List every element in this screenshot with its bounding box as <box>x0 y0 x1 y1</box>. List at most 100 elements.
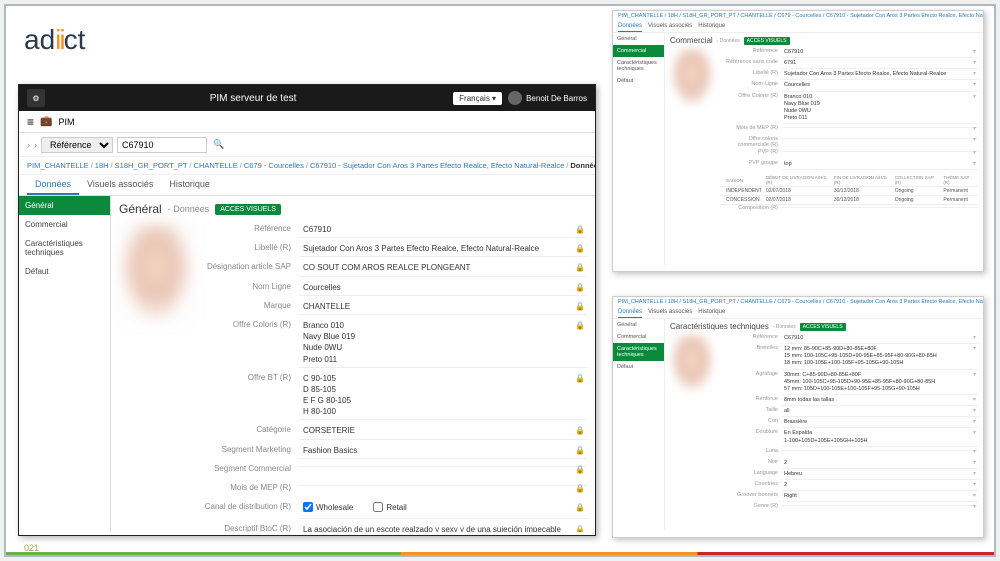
breadcrumb-item[interactable]: PIM_CHANTELLE <box>27 161 89 170</box>
breadcrumb-item[interactable]: C67910 - Sujetador Con Aros 3 Partes Efe… <box>310 161 564 170</box>
field-value[interactable]: WholesaleRetail🔒 <box>299 500 587 519</box>
sidebar-item[interactable]: Défaut <box>613 361 664 373</box>
field-row: Référence sans code6791▾ <box>720 59 978 69</box>
sidebar-item[interactable]: Général <box>613 319 664 331</box>
field-value[interactable]: CORSETERIE🔒 <box>299 423 587 439</box>
sidebar-item[interactable]: Commercial <box>613 331 664 343</box>
acces-visuels-button[interactable]: ACCES VISUELS <box>744 37 790 45</box>
chevron-down-icon: ▾ <box>973 82 976 90</box>
sidebar-item[interactable]: Commercial <box>613 45 664 57</box>
chevron-down-icon: ▾ <box>973 150 976 158</box>
tab[interactable]: Visuels associés <box>648 307 692 318</box>
sidebar-item[interactable]: Caractéristiques techniques <box>613 343 664 361</box>
field-row: Libellé (R)Sujetador Con Aros 3 Partes E… <box>203 241 587 257</box>
sidebar-item[interactable]: Commercial <box>19 215 110 234</box>
tab[interactable]: Données <box>618 21 642 32</box>
field-value[interactable]: Sujetador Con Aros 3 Partes Efecto Realc… <box>782 70 978 80</box>
field-label: Groover bonnets <box>720 492 782 498</box>
chevron-down-icon: ▾ <box>973 430 976 438</box>
field-value[interactable]: Fashion Basics🔒 <box>299 443 587 459</box>
field-value[interactable]: C67910▾ <box>782 334 978 344</box>
acces-visuels-button[interactable]: ACCES VISUELS <box>800 323 846 331</box>
checkbox-retail[interactable] <box>373 502 383 512</box>
field-value[interactable]: ▾ <box>782 448 978 451</box>
tab-visuels-associés[interactable]: Visuels associés <box>79 175 161 195</box>
product-thumbnail <box>670 334 714 392</box>
field-value[interactable]: Branco 010 Navy Blue 019 Nude 0WU Preto … <box>782 93 978 125</box>
breadcrumb: PIM_CHANTELLE / 18H / S18H_GR_PORT_PT / … <box>613 11 983 21</box>
field-value[interactable]: Brassière▾ <box>782 418 978 428</box>
tab-historique[interactable]: Historique <box>161 175 218 195</box>
field-value[interactable]: 🔒 <box>299 481 587 486</box>
field-value[interactable]: 2▾ <box>782 481 978 491</box>
field-value[interactable]: En Espalda 1-100+105D+105E+105GH+105H▾ <box>782 429 978 446</box>
chevron-down-icon: ▾ <box>973 60 976 68</box>
chevron-right-icon[interactable]: › <box>34 140 37 150</box>
sidebar-item[interactable]: Défaut <box>613 75 664 87</box>
field-value[interactable]: 🔒 <box>299 462 587 467</box>
reference-select[interactable]: Référence <box>41 137 113 153</box>
field-value[interactable]: 6791▾ <box>782 59 978 69</box>
field-value[interactable]: Courcelles🔒 <box>299 280 587 296</box>
language-selector[interactable]: Français ▾ <box>453 92 502 105</box>
search-icon[interactable]: 🔍 <box>211 139 227 150</box>
field-value[interactable]: all▾ <box>782 407 978 417</box>
field-value[interactable]: 30mm: C+85-90D+80-85E+80F 45mm: 100-105C… <box>782 371 978 395</box>
tab[interactable]: Visuels associés <box>648 21 692 32</box>
breadcrumb-item[interactable]: C679 - Courcelles <box>244 161 304 170</box>
field-value[interactable]: Courcelles▾ <box>782 81 978 91</box>
tab[interactable]: Historique <box>698 307 725 318</box>
field-label: Segment Marketing <box>203 443 299 454</box>
field-row: MarqueCHANTELLE🔒 <box>203 299 587 315</box>
breadcrumb-item[interactable]: S18H_GR_PORT_PT <box>115 161 188 170</box>
sidebar-item[interactable]: Caractéristiques techniques <box>19 234 110 262</box>
tab-données[interactable]: Données <box>27 175 79 195</box>
chevron-right-icon[interactable]: › <box>27 140 30 150</box>
chevron-down-icon: ▾ <box>973 504 976 512</box>
field-value[interactable]: ▾ <box>782 125 978 128</box>
field-value[interactable]: Sujetador Con Aros 3 Partes Efecto Realc… <box>299 241 587 257</box>
field-value[interactable]: C 90-105 D 85-105 E F G 80-105 H 80-100🔒 <box>299 371 587 421</box>
field-value[interactable]: 12 mm: 85-90C+85-90D+80-85E+80F 15 mm: 1… <box>782 345 978 369</box>
field-value[interactable]: CO SOUT COM AROS REALCE PLONGEANT🔒 <box>299 260 587 276</box>
field-value[interactable]: Right▾ <box>782 492 978 502</box>
field-value[interactable]: ▾ <box>782 136 978 139</box>
field-value[interactable]: ▾ <box>782 149 978 152</box>
field-value[interactable]: Hebreu▾ <box>782 470 978 480</box>
field-label: Offre Coloris (R) <box>720 93 782 99</box>
sidebar-item[interactable]: Général <box>19 196 110 215</box>
field-value[interactable]: ▾ <box>782 503 978 506</box>
field-value[interactable]: 8mm todas las tallas▾ <box>782 396 978 406</box>
breadcrumb-item[interactable]: 18H <box>95 161 109 170</box>
menu-icon[interactable]: ≡ <box>27 115 34 129</box>
breadcrumb: PIM_CHANTELLE/18H/S18H_GR_PORT_PT/CHANTE… <box>19 157 595 175</box>
sidebar-item[interactable]: Général <box>613 33 664 45</box>
briefcase-icon[interactable]: 💼 <box>40 116 52 127</box>
field-row: Segment MarketingFashion Basics🔒 <box>203 443 587 459</box>
breadcrumb-item[interactable]: CHANTELLE <box>194 161 238 170</box>
field-row: CatégorieCORSETERIE🔒 <box>203 423 587 439</box>
field-value[interactable]: C67910🔒 <box>299 222 587 238</box>
field-label: Con <box>720 418 782 424</box>
field-value[interactable]: 2▾ <box>782 459 978 469</box>
search-input[interactable] <box>117 137 207 153</box>
field-label: Countries <box>720 481 782 487</box>
chevron-down-icon: ▾ <box>973 460 976 468</box>
user-menu[interactable]: Benoit De Barros <box>508 91 587 105</box>
field-row: Renforce8mm todas las tallas▾ <box>720 396 978 406</box>
tab[interactable]: Données <box>618 307 642 318</box>
field-value[interactable]: Branco 010 Navy Blue 019 Nude 0WU Preto … <box>299 318 587 368</box>
tab[interactable]: Historique <box>698 21 725 32</box>
checkbox-wholesale[interactable] <box>303 502 313 512</box>
acces-visuels-button[interactable]: ACCES VISUELS <box>215 204 281 215</box>
field-row: Offre Coloris (R)Branco 010 Navy Blue 01… <box>720 93 978 125</box>
field-value[interactable]: C67910▾ <box>782 48 978 58</box>
chevron-down-icon: ▾ <box>973 482 976 490</box>
sidebar-item[interactable]: Caractéristiques techniques <box>613 57 664 75</box>
field-label: Genre (R) <box>720 503 782 509</box>
field-value[interactable]: La asociación de un escote realzado y se… <box>299 522 587 532</box>
field-label: Language <box>720 470 782 476</box>
sidebar-item[interactable]: Défaut <box>19 262 110 281</box>
field-value[interactable]: top▾ <box>782 160 978 170</box>
field-value[interactable]: CHANTELLE🔒 <box>299 299 587 315</box>
